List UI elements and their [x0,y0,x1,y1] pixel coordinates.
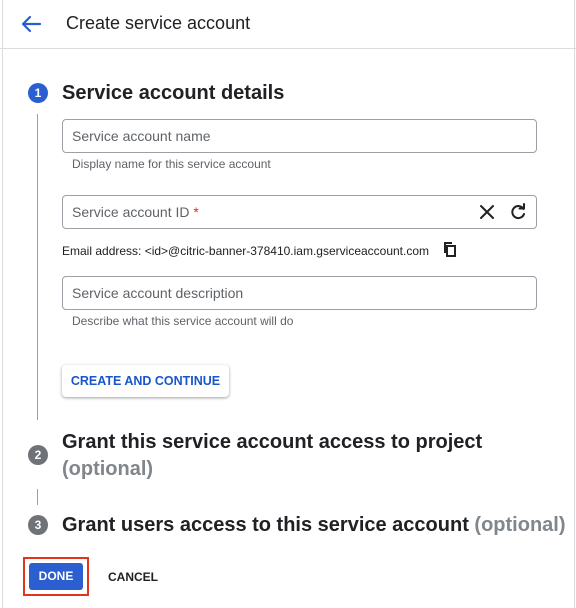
service-account-id-field[interactable]: Service account ID * [62,195,537,229]
step-3-title-row: Grant users access to this service accou… [62,514,566,537]
done-button[interactable]: DONE [29,563,83,590]
service-account-name-input[interactable] [72,120,452,152]
step-2-number: 2 [28,445,48,465]
service-account-description-field[interactable]: Service account description [62,276,537,310]
page-title: Create service account [66,13,251,33]
service-account-description-input[interactable] [72,277,452,309]
service-account-name-field[interactable]: Service account name [62,119,537,153]
step-2-optional-label: (optional) [62,458,154,480]
step-1-number: 1 [28,83,48,103]
email-address-text: Email address: <id>@citric-banner-378410… [62,244,430,258]
page-header: Create service account [0,0,576,49]
close-icon[interactable] [476,201,498,223]
service-account-id-input[interactable] [72,196,462,228]
service-account-name-helper: Display name for this service account [72,157,271,171]
step-1-title: Service account details [62,82,285,104]
refresh-icon[interactable] [507,201,529,223]
frame-left-border [2,0,3,608]
copy-icon[interactable] [440,240,460,260]
step-2-title: Grant this service account access to pro… [62,431,483,453]
step-3-title: Grant users access to this service accou… [62,514,469,536]
step-1-connector [37,114,38,420]
create-and-continue-button[interactable]: CREATE AND CONTINUE [62,365,229,397]
step-2-connector [37,489,38,505]
step-3-optional-label: (optional) [474,514,566,536]
arrow-back-icon[interactable] [18,12,44,36]
cancel-button[interactable]: CANCEL [104,565,162,589]
step-3-number: 3 [28,515,48,535]
frame-right-border [574,0,575,608]
done-button-highlight: DONE [23,557,89,596]
service-account-description-helper: Describe what this service account will … [72,314,294,328]
